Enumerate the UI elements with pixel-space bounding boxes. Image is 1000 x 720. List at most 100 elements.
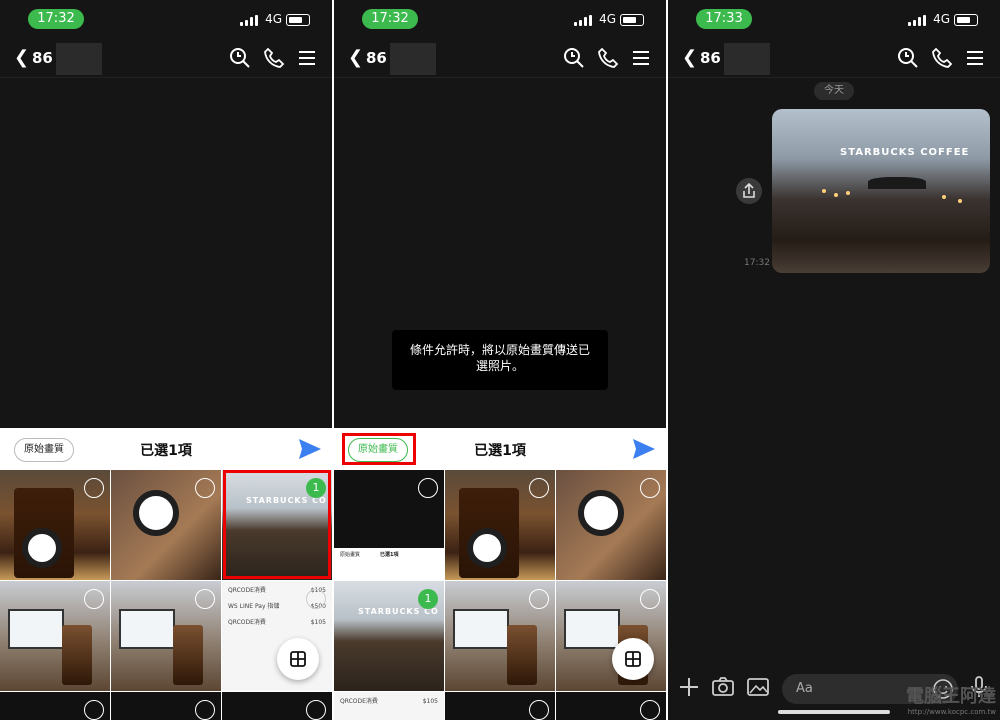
photo-thumb[interactable] <box>445 692 555 720</box>
select-circle[interactable] <box>84 700 104 720</box>
photo-thumb[interactable]: QRCODE消費 $105 <box>334 692 444 720</box>
receipt-row: QRCODE消費 $105 <box>340 698 438 705</box>
select-circle[interactable] <box>418 478 438 498</box>
starbucks-logo-icon <box>467 528 507 568</box>
back-count[interactable]: 86 <box>366 49 387 67</box>
photo-sign-text: STARBUCKS COFFEE <box>840 147 970 158</box>
chat-header: ❮ 86 <box>0 40 332 78</box>
select-circle[interactable] <box>529 478 549 498</box>
grid-view-button[interactable] <box>277 638 319 680</box>
battery-icon <box>620 14 644 26</box>
photo-thumb-selected[interactable]: STARBUCKS CO 1 <box>334 581 444 691</box>
selected-badge[interactable]: 1 <box>418 589 438 609</box>
chat-header: ❮ 86 <box>334 40 666 78</box>
select-circle[interactable] <box>195 478 215 498</box>
status-time: 17:32 <box>28 9 84 29</box>
date-chip: 今天 <box>814 82 854 100</box>
photo-thumb[interactable]: QRCODE消費 $105 WS LINE Pay 指儲 $500 QRCODE消費… <box>222 581 332 691</box>
photo-thumb[interactable] <box>0 692 110 720</box>
chat-name-redacted <box>724 43 770 75</box>
camera-icon[interactable] <box>710 674 736 700</box>
highlight-frame <box>223 470 331 579</box>
select-circle[interactable] <box>640 589 660 609</box>
select-circle[interactable] <box>306 700 326 720</box>
home-indicator <box>778 710 890 714</box>
grid-view-button[interactable] <box>612 638 654 680</box>
umbrella-image <box>868 177 926 189</box>
photo-thumb[interactable] <box>556 692 666 720</box>
phone-icon[interactable] <box>930 46 954 70</box>
select-circle[interactable] <box>306 589 326 609</box>
laptop-image <box>119 609 175 649</box>
receipt-row: QRCODE消費 $105 <box>228 619 326 626</box>
battery-icon <box>286 14 310 26</box>
panel-chat: 17:33 4G ❮ 86 今天 STARBUCKS COFFEE 17:32 … <box>668 0 1000 720</box>
picker-toolbar: 原始畫質 已選1項 <box>0 428 332 470</box>
signal-icon <box>908 15 926 26</box>
plus-icon[interactable] <box>676 674 702 700</box>
battery-icon <box>954 14 978 26</box>
select-circle[interactable] <box>529 589 549 609</box>
chat-name-redacted <box>390 43 436 75</box>
status-time: 17:33 <box>696 9 752 29</box>
starbucks-logo-icon <box>22 528 62 568</box>
menu-icon[interactable] <box>629 46 653 70</box>
photo-thumb[interactable]: 原始畫質 已選1項 <box>334 470 444 580</box>
picker-toolbar: 原始畫質 已選1項 <box>334 428 666 470</box>
photo-thumb[interactable] <box>0 581 110 691</box>
image-icon[interactable] <box>745 674 771 700</box>
share-icon <box>743 182 755 198</box>
photo-thumb[interactable] <box>0 470 110 580</box>
panel-quality-toast: 17:32 4G ❮ 86 條件允許時，將以原始畫質傳送已選照片。 原始畫質 已… <box>334 0 666 720</box>
grid-icon <box>290 651 306 667</box>
menu-icon[interactable] <box>963 46 987 70</box>
search-icon[interactable] <box>896 46 920 70</box>
status-time: 17:32 <box>362 9 418 29</box>
message-time: 17:32 <box>744 258 770 268</box>
starbucks-logo-icon <box>133 490 179 536</box>
signal-icon <box>240 15 258 26</box>
select-circle[interactable] <box>640 700 660 720</box>
iced-coffee-image <box>173 625 203 685</box>
back-count[interactable]: 86 <box>32 49 53 67</box>
share-button[interactable] <box>736 178 762 204</box>
chat-name-redacted <box>56 43 102 75</box>
photo-thumb[interactable] <box>445 581 555 691</box>
send-icon[interactable] <box>298 438 322 460</box>
photo-thumb[interactable] <box>111 692 221 720</box>
select-circle[interactable] <box>195 589 215 609</box>
photo-grid: 原始畫質 已選1項 STARBUCKS CO 1 QRCODE消費 $105 <box>334 470 666 720</box>
select-circle[interactable] <box>84 589 104 609</box>
status-bar: 17:32 4G <box>0 0 332 40</box>
send-icon[interactable] <box>632 438 656 460</box>
back-chevron-icon[interactable]: ❮ <box>348 48 363 68</box>
network-label: 4G <box>265 12 282 26</box>
select-circle[interactable] <box>195 700 215 720</box>
network-label: 4G <box>933 12 950 26</box>
selected-count: 已選1項 <box>140 443 192 459</box>
photo-thumb[interactable] <box>556 581 666 691</box>
menu-icon[interactable] <box>295 46 319 70</box>
back-chevron-icon[interactable]: ❮ <box>14 48 29 68</box>
network-label: 4G <box>599 12 616 26</box>
selected-count: 已選1項 <box>474 443 526 459</box>
back-chevron-icon[interactable]: ❮ <box>682 48 697 68</box>
back-count[interactable]: 86 <box>700 49 721 67</box>
photo-thumb[interactable] <box>222 692 332 720</box>
search-icon[interactable] <box>562 46 586 70</box>
select-circle[interactable] <box>640 478 660 498</box>
photo-thumb[interactable] <box>111 581 221 691</box>
sent-photo-message[interactable]: STARBUCKS COFFEE <box>772 109 990 273</box>
search-icon[interactable] <box>228 46 252 70</box>
select-circle[interactable] <box>529 700 549 720</box>
chat-header: ❮ 86 <box>668 40 1000 78</box>
phone-icon[interactable] <box>596 46 620 70</box>
select-circle[interactable] <box>84 478 104 498</box>
photo-thumb[interactable] <box>111 470 221 580</box>
panel-picker: 17:32 4G ❮ 86 原始畫質 已選1項 STARBUCKS CO 1 QR… <box>0 0 332 720</box>
mini-screenshot: 原始畫質 已選1項 <box>334 548 444 580</box>
phone-icon[interactable] <box>262 46 286 70</box>
photo-thumb[interactable] <box>556 470 666 580</box>
grid-icon <box>625 651 641 667</box>
photo-thumb[interactable] <box>445 470 555 580</box>
